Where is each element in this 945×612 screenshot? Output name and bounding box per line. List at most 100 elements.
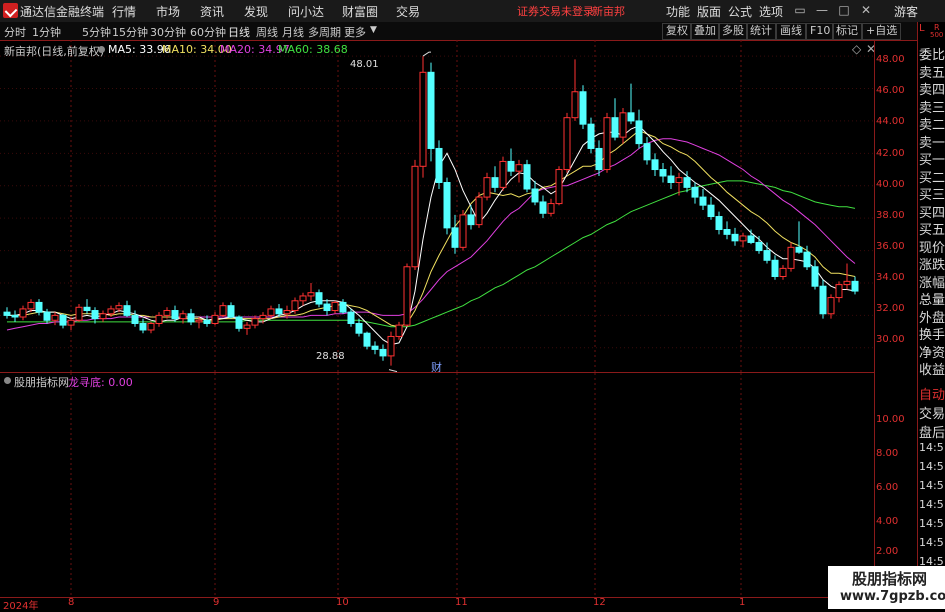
side-label: 自动 xyxy=(919,388,945,403)
candle xyxy=(587,117,595,154)
side-label: 盘后 xyxy=(919,426,945,441)
side-label: 买五 xyxy=(919,223,945,238)
f10-button[interactable]: F10 xyxy=(806,23,835,40)
candle xyxy=(787,242,795,272)
side-label: 外盘 xyxy=(919,310,945,326)
price-tick: 34.00 xyxy=(876,272,905,283)
watermark-url: www.7gpzb.com xyxy=(840,589,945,604)
candle xyxy=(563,112,571,173)
side-label: 14:5 xyxy=(919,498,944,511)
candle xyxy=(635,109,643,149)
tab-more[interactable]: 更多 xyxy=(344,24,366,40)
candle xyxy=(523,159,531,193)
tab-30min[interactable]: 30分钟 xyxy=(150,24,186,40)
menu-item-wealth[interactable]: 财富圈 xyxy=(342,3,378,20)
stats-button[interactable]: 统计 xyxy=(746,23,776,40)
tab-monthly[interactable]: 月线 xyxy=(282,24,304,40)
side-label: 交易 xyxy=(919,407,945,422)
close-icon[interactable]: ✕ xyxy=(858,2,874,18)
login-alert[interactable]: 证券交易未登录 xyxy=(517,3,594,19)
candle xyxy=(771,255,779,280)
candle xyxy=(67,317,75,330)
menu-item-formula[interactable]: 公式 xyxy=(728,3,752,20)
indicator-tick: 8.00 xyxy=(876,448,899,459)
indicator-title: 股朋指标网 xyxy=(14,376,69,389)
tab-intraday[interactable]: 分时 xyxy=(4,24,26,40)
candle xyxy=(187,308,195,326)
high-pointer xyxy=(422,51,431,57)
price-tick: 40.00 xyxy=(876,179,905,190)
guest-label[interactable]: 游客 xyxy=(894,3,918,20)
menu-item-market[interactable]: 行情 xyxy=(112,3,136,20)
date-tick: 12 xyxy=(593,597,606,608)
side-label: 现价 xyxy=(919,240,945,256)
candle xyxy=(19,305,27,321)
candle xyxy=(11,310,19,322)
candle xyxy=(435,140,443,189)
app-logo-icon xyxy=(3,3,18,18)
candle xyxy=(531,180,539,206)
indicator-value: 龙寻底: 0.00 xyxy=(68,376,133,389)
menu-item-news[interactable]: 资讯 xyxy=(200,3,224,20)
candle xyxy=(707,197,715,220)
collapse-icon[interactable]: ◇ xyxy=(852,42,861,56)
candle xyxy=(619,107,627,144)
tab-weekly[interactable]: 周线 xyxy=(256,24,278,40)
price-tick: 48.00 xyxy=(876,54,905,65)
menu-item-discover[interactable]: 发现 xyxy=(244,3,268,20)
more-chevron-icon[interactable]: ▼ xyxy=(370,25,377,35)
indicator-tick: 10.00 xyxy=(876,414,905,425)
candle xyxy=(355,318,363,337)
candle xyxy=(331,300,339,314)
tab-1min[interactable]: 1分钟 xyxy=(32,24,61,40)
side-label: 总量 xyxy=(919,293,945,308)
mark-button[interactable]: 标记 xyxy=(832,23,862,40)
tab-15min[interactable]: 15分钟 xyxy=(112,24,148,40)
side-label: 净资 xyxy=(919,345,945,361)
tab-5min[interactable]: 5分钟 xyxy=(82,24,111,40)
tab-multi-period[interactable]: 多周期 xyxy=(308,24,341,40)
window-icon[interactable]: ▭ xyxy=(792,2,808,18)
price-tick: 44.00 xyxy=(876,116,905,127)
side-label: 收益 xyxy=(919,363,945,378)
minimize-icon[interactable]: — xyxy=(814,2,830,18)
indicator-tick: 4.00 xyxy=(876,516,899,527)
side-label: 涨跌 xyxy=(919,258,945,273)
candle xyxy=(843,263,851,290)
side-depth: 500 xyxy=(930,31,944,39)
high-price-label: 48.01 xyxy=(350,59,379,70)
ma-settings-icon[interactable] xyxy=(98,46,105,53)
draw-line-button[interactable]: 画线 xyxy=(776,23,806,40)
candle xyxy=(747,229,755,245)
date-axis: 2024年 8 9 10 11 12 1 xyxy=(0,597,874,612)
candle xyxy=(379,344,387,361)
menu-item-markets[interactable]: 市场 xyxy=(156,3,180,20)
tab-60min[interactable]: 60分钟 xyxy=(190,24,226,40)
side-label: 卖三 xyxy=(919,100,945,116)
maximize-icon[interactable]: □ xyxy=(836,2,852,18)
indicator-tick: 2.00 xyxy=(876,546,899,557)
candle xyxy=(811,260,819,290)
adjust-button[interactable]: 复权 xyxy=(662,23,692,40)
menu-item-trade[interactable]: 交易 xyxy=(396,3,420,20)
tab-daily[interactable]: 日线 xyxy=(228,24,250,40)
add-watchlist-button[interactable]: +自选 xyxy=(862,23,902,40)
menu-bar: 通达信金融终端 行情 市场 资讯 发现 问小达 财富圈 交易 证券交易未登录 新… xyxy=(0,0,945,23)
candle xyxy=(395,321,403,340)
menu-item-options[interactable]: 选项 xyxy=(759,3,783,20)
price-tick: 32.00 xyxy=(876,303,905,314)
menu-item-functions[interactable]: 功能 xyxy=(666,3,690,20)
app-title: 通达信金融终端 xyxy=(20,5,105,19)
indicator-chart[interactable] xyxy=(0,373,874,597)
main-chart[interactable] xyxy=(0,40,874,373)
indicator-grid xyxy=(70,373,742,597)
candle xyxy=(211,312,219,326)
overlay-button[interactable]: 叠加 xyxy=(690,23,720,40)
menu-item-layout[interactable]: 版面 xyxy=(697,3,721,20)
menu-item-assistant[interactable]: 问小达 xyxy=(288,3,324,20)
indicator-settings-icon[interactable] xyxy=(4,377,11,384)
multi-stock-button[interactable]: 多股 xyxy=(718,23,748,40)
candle xyxy=(731,227,739,246)
side-label: 14:5 xyxy=(919,460,944,473)
side-tab-l[interactable]: L xyxy=(919,23,925,34)
